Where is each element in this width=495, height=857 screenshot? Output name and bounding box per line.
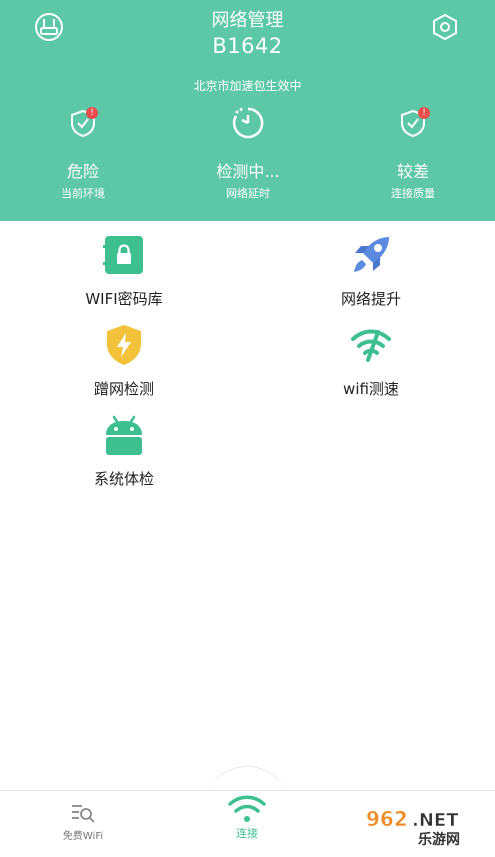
alert-badge: ! xyxy=(418,107,430,119)
list-search-icon xyxy=(33,799,133,827)
network-header: 网络管理 B1642 北京市加速包生效中 ! 危险 当前环境 检测中... 网络… xyxy=(0,0,495,221)
speedup-status: 北京市加速包生效中 xyxy=(193,79,302,93)
tab-label: 免费WiFi xyxy=(62,831,104,842)
svg-text:.NET: .NET xyxy=(412,810,459,831)
feature-label: 蹭网检测 xyxy=(93,380,154,398)
stat-value: 检测中... xyxy=(216,162,280,181)
timer-icon xyxy=(178,104,318,142)
stat-latency[interactable]: 检测中... 网络延时 xyxy=(178,104,318,201)
feature-freeloader-detect[interactable]: 蹭网检测 xyxy=(44,322,204,399)
feature-label: 系统体检 xyxy=(93,470,154,488)
shield-alert-icon: ! xyxy=(13,104,153,142)
wifi-speed-icon xyxy=(291,322,451,368)
settings-hexagon-icon[interactable] xyxy=(430,12,460,42)
stat-quality[interactable]: ! 较差 连接质量 xyxy=(343,104,483,201)
svg-text:962: 962 xyxy=(366,807,408,831)
feature-wifi-speedtest[interactable]: wifi测速 xyxy=(291,322,451,399)
rocket-icon xyxy=(291,232,451,278)
feature-system-check[interactable]: 系统体检 xyxy=(44,412,204,489)
site-watermark: 962 .NET 乐游网 xyxy=(364,804,492,848)
android-icon xyxy=(44,412,204,458)
stat-label: 网络延时 xyxy=(226,187,270,200)
svg-text:乐游网: 乐游网 xyxy=(418,831,460,848)
shield-alert-icon: ! xyxy=(343,104,483,142)
feature-network-boost[interactable]: 网络提升 xyxy=(291,232,451,309)
wifi-icon xyxy=(197,793,297,825)
tab-connect[interactable]: 连接 xyxy=(197,793,297,841)
tab-label: 连接 xyxy=(236,827,258,840)
stat-value: 危险 xyxy=(66,162,99,181)
tab-free-wifi[interactable]: 免费WiFi xyxy=(33,799,133,842)
stat-value: 较差 xyxy=(396,162,429,181)
alert-badge: ! xyxy=(86,107,98,119)
feature-label: wifi测速 xyxy=(343,380,399,398)
wifi-password-lock-icon xyxy=(44,232,204,278)
feature-label: 网络提升 xyxy=(340,290,401,308)
feature-wifi-password[interactable]: WIFI密码库 xyxy=(44,232,204,309)
shield-bolt-icon xyxy=(44,322,204,368)
feature-label: WIFI密码库 xyxy=(85,290,163,308)
stat-environment[interactable]: ! 危险 当前环境 xyxy=(13,104,153,201)
page-title: 网络管理 xyxy=(211,10,284,31)
wifi-ssid: B1642 xyxy=(212,34,283,58)
stat-label: 连接质量 xyxy=(391,187,435,200)
stat-label: 当前环境 xyxy=(61,187,105,200)
